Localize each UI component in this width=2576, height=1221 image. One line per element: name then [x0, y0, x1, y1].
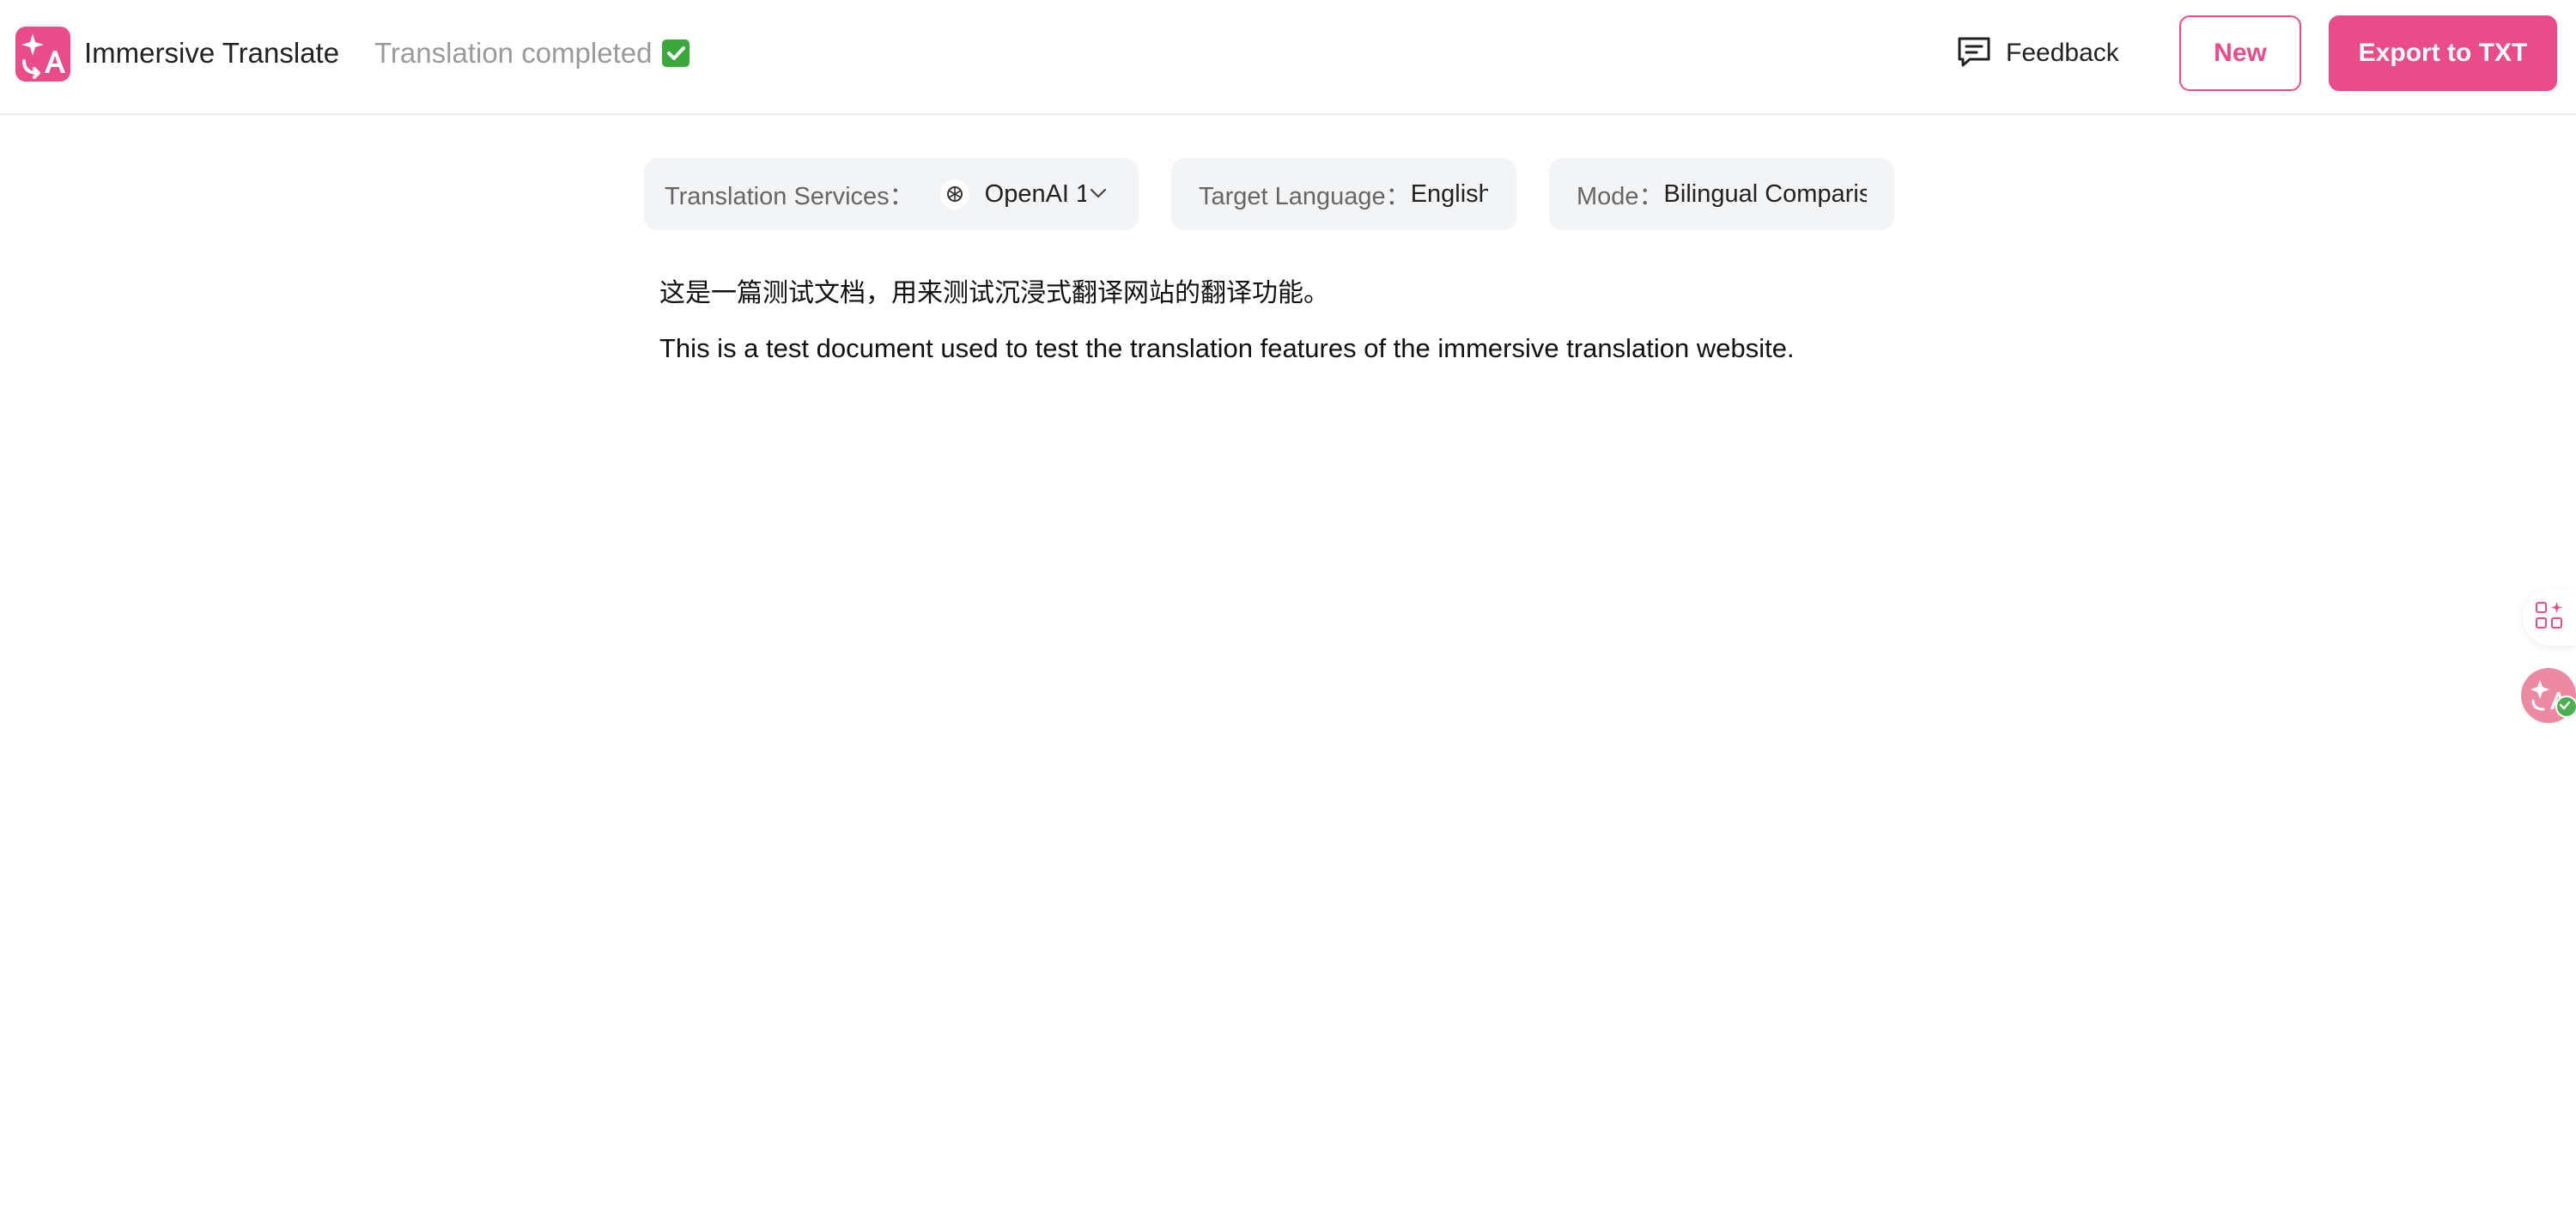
target-language-value: English	[1410, 179, 1488, 208]
top-bar: Immersive Translate Translation complete…	[0, 0, 2576, 115]
original-paragraph: 这是一篇测试文档，用来测试沉浸式翻译网站的翻译功能。	[659, 278, 1329, 308]
translation-services-label: Translation Services：	[665, 183, 914, 210]
floating-apps-button[interactable]	[2523, 589, 2576, 646]
mode-label: Mode：	[1577, 183, 1664, 210]
translation-services-select[interactable]: Translation Services： OpenAI 1	[644, 158, 1139, 230]
mode-value: Bilingual Comparison	[1663, 179, 1867, 208]
openai-icon	[939, 179, 969, 209]
target-language-select[interactable]: Target Language： English	[1171, 158, 1516, 230]
export-to-txt-button[interactable]: Export to TXT	[2329, 15, 2557, 91]
new-button[interactable]: New	[2179, 15, 2301, 91]
immersive-translate-logo-icon[interactable]	[15, 27, 70, 82]
translated-paragraph: This is a test document used to test the…	[659, 333, 1795, 363]
document-content: 这是一篇测试文档，用来测试沉浸式翻译网站的翻译功能。 This is a tes…	[659, 273, 1930, 369]
feedback-label: Feedback	[2006, 39, 2119, 67]
status-text: Translation completed	[374, 37, 653, 69]
check-mark-icon	[662, 39, 690, 67]
apps-grid-icon	[2534, 600, 2565, 635]
chevron-down-icon	[1088, 180, 1109, 209]
mode-select[interactable]: Mode： Bilingual Comparison	[1549, 158, 1894, 230]
translation-status: Translation completed	[374, 34, 690, 72]
app-title: Immersive Translate	[84, 37, 340, 69]
success-check-icon	[2555, 696, 2576, 718]
feedback-icon	[1956, 35, 1992, 72]
translation-services-value: OpenAI 1	[984, 179, 1086, 208]
floating-translate-button[interactable]	[2521, 668, 2576, 723]
target-language-label: Target Language：	[1199, 183, 1411, 210]
feedback-button[interactable]: Feedback	[1956, 34, 2119, 72]
